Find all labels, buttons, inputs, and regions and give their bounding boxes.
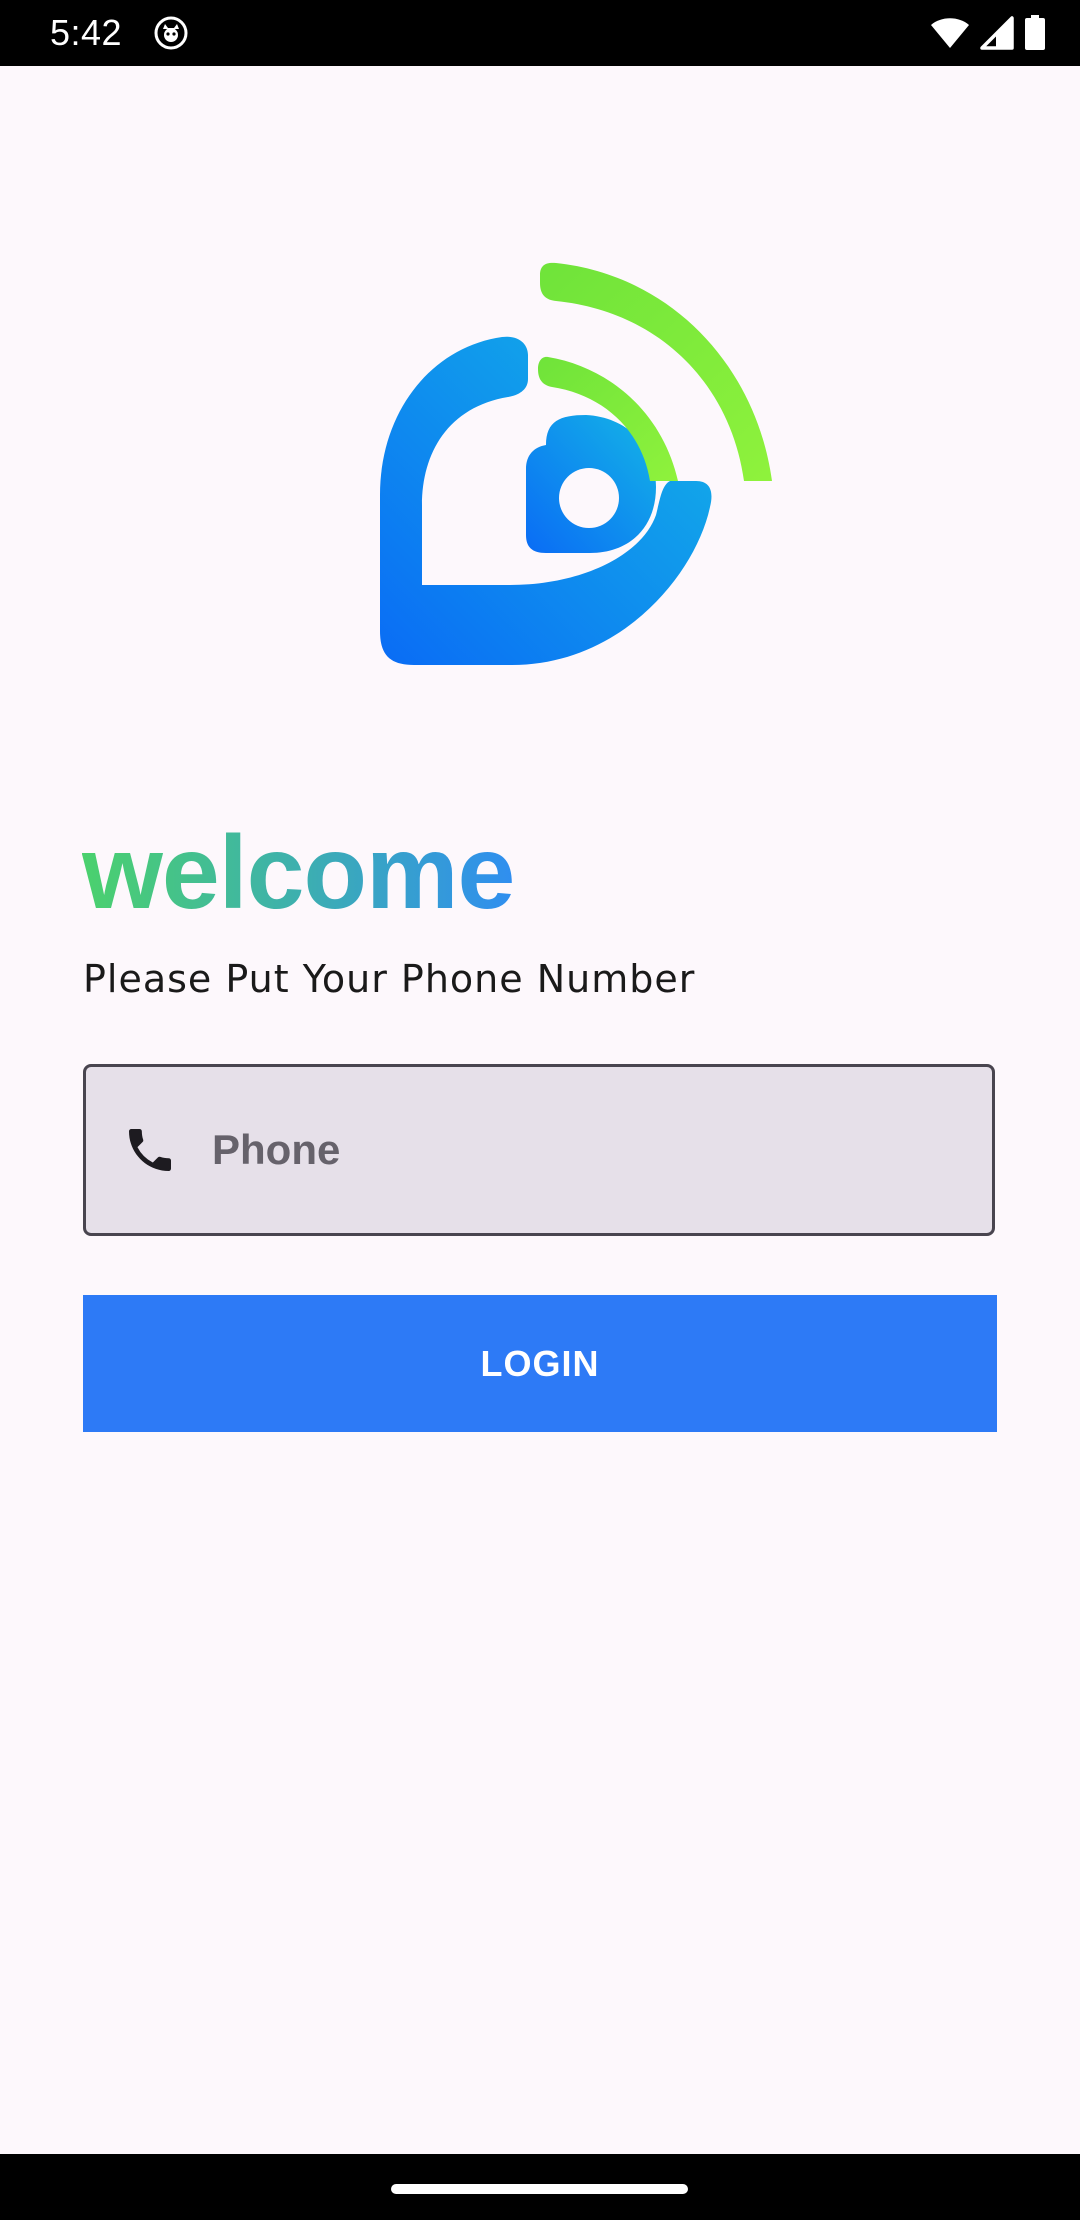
cellular-signal-icon (980, 16, 1014, 50)
status-bar: 5:42 (0, 0, 1080, 66)
home-gesture-handle[interactable] (391, 2184, 688, 2194)
phone-input[interactable] (210, 1066, 992, 1234)
login-button[interactable]: LOGIN (83, 1295, 997, 1432)
status-time: 5:42 (50, 12, 123, 53)
app-logo (360, 255, 780, 675)
phone-icon (120, 1120, 180, 1180)
status-icons (930, 14, 1046, 52)
welcome-title: welcome (82, 815, 515, 931)
phone-field[interactable] (83, 1064, 995, 1236)
navigation-bar (0, 2154, 1080, 2220)
wifi-icon (930, 16, 970, 50)
app-notification-icon (154, 16, 188, 50)
battery-icon (1024, 15, 1046, 51)
welcome-subtitle: Please Put Your Phone Number (83, 957, 696, 1001)
